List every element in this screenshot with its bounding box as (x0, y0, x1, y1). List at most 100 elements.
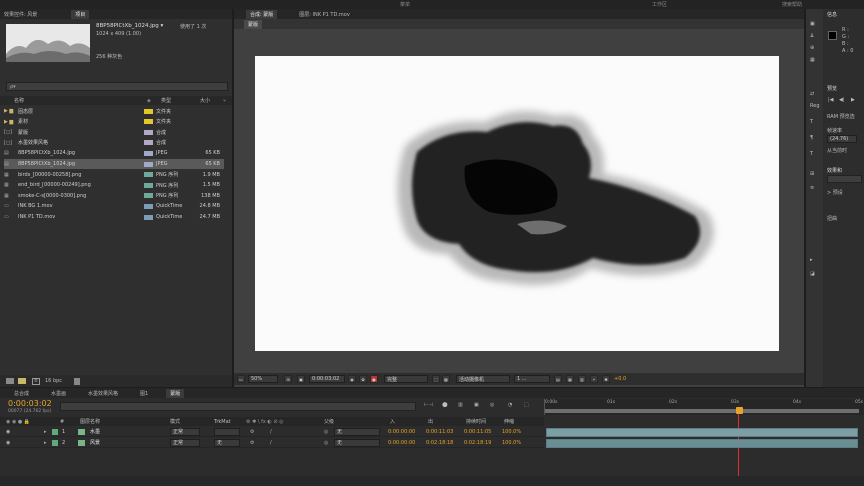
layer-name[interactable]: 水墨 (90, 428, 100, 435)
text-tool-icon[interactable]: T (810, 119, 813, 125)
thumb-file-name[interactable]: 8BP58PICtXb_1024.jpg ▾ (96, 23, 163, 29)
label-color-swatch[interactable] (144, 193, 153, 199)
interpret-footage-icon[interactable] (6, 378, 14, 384)
label-color-swatch[interactable] (144, 172, 153, 178)
new-folder-icon[interactable] (18, 378, 26, 384)
flowchart-view-icon[interactable]: ⑂ (590, 375, 598, 383)
layer-in-point[interactable]: 0:00:00:00 (388, 429, 415, 435)
trash-icon[interactable] (74, 377, 80, 385)
col-switches-icon[interactable]: ⚙ ✱ \ fx ◐ ⊘ ◎ (246, 419, 284, 425)
layer-track-bar[interactable] (546, 439, 858, 448)
col-trkmat[interactable]: TrkMat (214, 419, 231, 425)
layer-mode-dropdown[interactable]: 正常 (170, 438, 200, 447)
color-channel-icon[interactable]: ✿ (359, 375, 367, 383)
play-icon[interactable]: ▶ (851, 97, 855, 103)
label-color-swatch[interactable] (144, 119, 153, 125)
project-item-row[interactable]: ▦ end_bird_[00000-00249].png PNG 序列 1.5 MB (4, 180, 224, 190)
av-switches-icon[interactable]: ◉ ◉ ● 🔒 (6, 419, 30, 425)
project-item-row[interactable]: ▶ ▆ 固态层 文件夹 (4, 106, 224, 116)
tool-icon-5[interactable]: ⇄ (810, 91, 814, 97)
resolution-dropdown[interactable]: 完整 (384, 375, 428, 383)
project-item-row[interactable]: ▭ INK BG 1.mov QuickTime 24.8 MB (4, 201, 224, 211)
column-name[interactable]: 名称 (14, 97, 24, 104)
tool-icon-4[interactable]: ▦ (810, 57, 815, 63)
text-tool-icon-2[interactable]: T (810, 151, 813, 157)
show-channel-icon[interactable]: ● (370, 375, 378, 383)
bpc-label[interactable]: 16 bpc (45, 378, 62, 384)
timeline-tool-7[interactable]: ⬚ (524, 402, 529, 408)
column-type[interactable]: 类型 (161, 97, 171, 104)
expand-arrow-icon[interactable]: ▸ (44, 440, 47, 446)
col-mode[interactable]: 模式 (170, 418, 180, 425)
project-item-row[interactable]: ▤ 8BP58PICtXb_1024.jpg JPEG 65 KB (4, 159, 224, 169)
layer-parent-dropdown[interactable]: 无 (334, 438, 380, 447)
visibility-eye-icon[interactable]: ◉ (6, 440, 10, 446)
layer-name[interactable]: 风景 (90, 439, 100, 446)
col-stretch[interactable]: 伸缩 (504, 418, 514, 425)
workspace-label[interactable]: 工作区 (652, 1, 667, 8)
tool-icon-7[interactable]: ⊞ (810, 171, 814, 177)
project-item-row[interactable]: ▭ INK P1 TD.mov QuickTime 24.7 MB (4, 212, 224, 222)
snapshot-icon[interactable]: ▣ (297, 375, 305, 383)
toggle-pixel-icon[interactable]: ▤ (554, 375, 562, 383)
label-column-icon[interactable]: ◈ (147, 98, 151, 104)
zoom-dropdown[interactable]: 50% (248, 375, 278, 383)
timeline-search-input[interactable] (60, 402, 416, 411)
roi-icon[interactable]: ⬚ (432, 375, 440, 383)
always-preview-icon[interactable]: ▭ (237, 375, 245, 383)
search-help-label[interactable]: 搜索帮助 (782, 1, 802, 8)
timeline-layer-row[interactable]: ◉ ▸ 2 风景 正常 无 ⚙ / ◎ 无 0:00:00:00 0:02:18:18 0:02:18:… (0, 438, 544, 448)
project-item-row[interactable]: [◻] 水墨效果风格 合成 (4, 138, 224, 148)
layer-trkmat-dropdown[interactable]: 无 (214, 438, 240, 447)
preview-panel-title[interactable]: 预览 (827, 85, 837, 92)
layer-switch-icon[interactable]: ⚙ (250, 429, 254, 435)
label-color-swatch[interactable] (144, 182, 153, 188)
col-layer-name[interactable]: 图层名称 (80, 418, 100, 425)
work-area-bar[interactable] (545, 409, 859, 413)
paragraph-tool-icon[interactable]: ¶ (810, 135, 813, 141)
layer-out-point[interactable]: 0:00:11:03 (426, 429, 453, 435)
timeline-tab-3[interactable]: 图1 (136, 389, 152, 398)
new-comp-icon[interactable]: ti (32, 377, 40, 385)
exposure-value[interactable]: +0.0 (614, 376, 626, 382)
timeline-timecode[interactable]: 0:00:03:02 (8, 399, 52, 408)
project-search-input[interactable]: ρ▾ (6, 82, 228, 91)
timeline-layer-row[interactable]: ◉ ▸ 1 水墨 正常 ⚙ / ◎ 无 0:00:00:00 0:00:11:03 0:00:11:0… (0, 427, 544, 437)
layer-out-point[interactable]: 0:02:18:18 (426, 440, 453, 446)
parent-pickwhip-icon[interactable]: ◎ (324, 429, 328, 435)
tool-icon-8[interactable]: ≡ (810, 185, 814, 191)
exposure-icon[interactable]: ✱ (602, 375, 610, 383)
col-parent[interactable]: 父级 (324, 418, 334, 425)
project-item-row[interactable]: ▦ smoke-C-s[0000-0300].png PNG 序列 138 MB (4, 191, 224, 201)
project-item-row[interactable]: ▦ birds_[00000-00258].png PNG 序列 1.9 MB (4, 170, 224, 180)
comp-subtab-mask[interactable]: 蒙版 (244, 19, 263, 29)
first-frame-icon[interactable]: |◀ (828, 97, 834, 103)
flowchart-icon[interactable]: ⑂ (223, 98, 226, 104)
parent-pickwhip-icon[interactable]: ◎ (324, 440, 328, 446)
camera-icon[interactable]: ◉ (348, 375, 356, 383)
effects-search-input[interactable] (827, 175, 862, 183)
project-tab[interactable]: 项目 (71, 9, 90, 19)
expand-arrow-icon[interactable]: ▸ (44, 429, 47, 435)
timeline-tab-4[interactable]: 蒙版 (166, 388, 185, 398)
timeline-tool-5[interactable]: ◎ (490, 402, 494, 408)
col-in[interactable]: 入 (390, 418, 395, 425)
tool-icon-1[interactable]: ▣ (810, 21, 815, 27)
timeline-tool-2[interactable]: ⬤ (442, 402, 448, 408)
fast-preview-icon[interactable]: ▦ (566, 375, 574, 383)
layer-stretch[interactable]: 100.0% (502, 440, 521, 446)
timeline-tool-1[interactable]: ⊢⊣ (424, 402, 433, 408)
timeline-tool-4[interactable]: ▣ (474, 402, 479, 408)
safe-margins-icon[interactable]: ⊞ (284, 375, 292, 383)
timeline-tool-3[interactable]: ▥ (458, 402, 463, 408)
effects-panel-title[interactable]: 效果和 (827, 167, 842, 174)
info-panel-title[interactable]: 信息 (827, 11, 837, 18)
time-ruler[interactable]: 0:00s 01s 02s 03s 04s 05s (544, 399, 864, 415)
layer-duration[interactable]: 0:00:11:05 (464, 429, 491, 435)
tool-icon-6[interactable]: Reg (810, 103, 820, 109)
visibility-eye-icon[interactable]: ◉ (6, 429, 10, 435)
from-current-checkbox[interactable]: 从当前时 (827, 147, 847, 154)
layer-switch-icon[interactable]: ⚙ (250, 440, 254, 446)
column-size[interactable]: 大小 (200, 97, 210, 104)
viewer-timecode[interactable]: 0:00:03:02 (309, 375, 345, 383)
